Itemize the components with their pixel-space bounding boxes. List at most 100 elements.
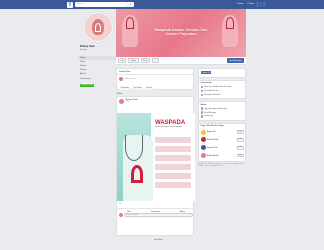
photo-video-option[interactable]: Photo/Video <box>119 87 131 90</box>
liked-page-row: Rotaract Club Like <box>200 136 244 144</box>
liked-page-row: Rotary Intl Like <box>200 128 244 136</box>
friends-icon[interactable] <box>256 2 259 7</box>
info-block <box>155 146 191 152</box>
comment-row: Write a comment... <box>119 213 193 217</box>
liked-page-name[interactable]: Rotaract Club <box>207 139 235 141</box>
post-header: Rotary Club 3 hrs <box>117 97 193 106</box>
contact-us-button[interactable]: Contact Us <box>200 71 212 75</box>
community-row[interactable]: 45 people follow this <box>200 93 244 97</box>
post-actions: Like Comment Share <box>117 208 195 213</box>
info-block <box>155 173 191 179</box>
liked-page-like-button[interactable]: Like <box>236 138 244 142</box>
search-input[interactable]: Search <box>75 2 127 7</box>
cover-photo[interactable]: Waspada Kanker Serviks Dan Kanker Payuda… <box>116 9 246 57</box>
follow-button[interactable]: Follow <box>128 57 139 64</box>
page-handle[interactable]: @rotary <box>80 49 116 51</box>
more-button[interactable]: ... <box>152 57 159 64</box>
send-message-button[interactable]: Send Message <box>227 57 244 64</box>
action-bar-right: Send Message <box>227 57 244 64</box>
about-row-text: Typically replies within a day <box>204 107 227 110</box>
pages-liked-card: Pages liked by this Page Rotary Intl Lik… <box>198 122 246 162</box>
community-card: Community Invite your friends to like th… <box>198 79 246 100</box>
liked-page-avatar[interactable] <box>200 153 206 159</box>
footer-links[interactable]: English (US) · Bahasa Indonesia · Privac… <box>198 164 246 168</box>
contact-row: Contact Us <box>200 71 244 76</box>
liked-page-like-button[interactable]: Like <box>236 130 244 135</box>
top-icons <box>256 2 267 7</box>
messages-icon[interactable] <box>259 2 263 7</box>
info-block <box>155 164 191 170</box>
nav-home-link[interactable]: Home <box>238 3 244 5</box>
composer-row: Write a post... <box>117 75 193 83</box>
about-row[interactable]: Community <box>200 114 244 118</box>
composer-input[interactable]: Write a post... <box>125 78 137 80</box>
composer-options: Photo/Video Tag Friends Check in <box>117 86 193 91</box>
ribbon-icon-left <box>126 17 134 29</box>
ribbon-icon <box>95 23 101 32</box>
community-row-text: Invite your friends to like this Page <box>204 86 232 88</box>
info-block <box>155 155 191 161</box>
info-block <box>155 137 191 143</box>
avatar <box>119 77 123 81</box>
feed-post: Rotary Club 3 hrs WASPADA Kanker Serviks… <box>116 96 195 236</box>
facebook-logo[interactable]: f <box>67 1 73 8</box>
reaction-count[interactable]: 12 <box>119 203 121 205</box>
post-author-avatar[interactable] <box>119 99 124 104</box>
liked-page-like-button[interactable]: Like <box>236 145 244 150</box>
page-profile-picture[interactable] <box>83 12 113 42</box>
liked-page-avatar[interactable] <box>200 129 206 135</box>
left-sidebar: Rotary Club @rotary Home Posts Videos Ph… <box>78 12 116 88</box>
like-icon <box>200 89 203 93</box>
liked-page-name[interactable]: Rotary District <box>207 155 235 157</box>
image-title: WASPADA <box>155 120 186 126</box>
liked-page-avatar[interactable] <box>200 145 206 151</box>
community-row-text: 43 people like this <box>204 89 219 92</box>
liked-page-row: Interact Club Like <box>200 144 244 152</box>
cover-title: Waspada Kanker Serviks Dan Kanker Payuda… <box>154 28 208 37</box>
contact-card: Contact Us <box>198 68 246 78</box>
about-row-text: Send Message <box>204 111 216 114</box>
image-subtitle: Kanker Serviks dan Kanker Payudara <box>155 127 182 128</box>
top-nav-links: Home Create <box>238 3 254 5</box>
liked-page-name[interactable]: Rotary Intl <box>207 131 235 133</box>
posts-section-label: Posts <box>117 92 123 95</box>
notifications-icon[interactable] <box>263 2 267 7</box>
follow-icon <box>200 93 203 96</box>
like-page-button[interactable]: Like <box>118 57 127 64</box>
about-row-text: Community <box>204 115 214 118</box>
pink-ribbon-icon <box>131 165 143 183</box>
about-title: About <box>200 103 207 106</box>
stethoscope-icon <box>125 135 143 161</box>
share-button[interactable]: Share <box>140 57 151 64</box>
liked-page-like-button[interactable]: Like <box>236 153 244 158</box>
info-block <box>155 182 191 188</box>
post-meta: Rotary Club 3 hrs <box>126 99 138 104</box>
search-icon[interactable]: ⌕ <box>127 2 134 7</box>
page-action-bar: Like Follow Share ... Send Message <box>116 57 246 65</box>
liked-page-row: Rotary District Like <box>200 152 244 160</box>
check-in-option[interactable]: Check in <box>144 87 154 90</box>
about-card: About Typically replies within a day Sen… <box>198 101 246 121</box>
liked-page-avatar[interactable] <box>200 137 206 143</box>
invite-icon <box>200 85 203 89</box>
community-title: Community <box>200 82 212 85</box>
clock-icon <box>200 107 203 110</box>
post-image[interactable]: WASPADA Kanker Serviks dan Kanker Payuda… <box>117 113 195 201</box>
tag-friends-option[interactable]: Tag Friends <box>131 87 144 90</box>
top-navigation-bar: f Search ⌕ Home Create <box>0 0 324 9</box>
ribbon-icon-right <box>226 17 234 29</box>
nav-create-link[interactable]: Create <box>247 3 254 5</box>
page-nav-community[interactable]: Community <box>78 76 116 80</box>
post-composer: Create Post Write a post... Photo/Video … <box>116 68 194 90</box>
comment-input[interactable]: Write a comment... <box>124 213 193 217</box>
liked-page-name[interactable]: Interact Club <box>207 147 235 149</box>
pages-liked-title: Pages liked by this Page <box>200 125 224 128</box>
doctor-illustration <box>117 113 153 201</box>
page-nav: Home Posts Videos Photos About Community <box>78 55 116 81</box>
right-sidebar: Contact Us Community Invite your friends… <box>198 68 246 168</box>
see-more-link[interactable]: See More <box>154 239 163 241</box>
post-timestamp[interactable]: 3 hrs <box>126 101 138 103</box>
create-page-button[interactable]: Create a Page <box>80 83 94 88</box>
community-row-text: 45 people follow this <box>204 93 221 96</box>
category-icon <box>200 115 203 118</box>
